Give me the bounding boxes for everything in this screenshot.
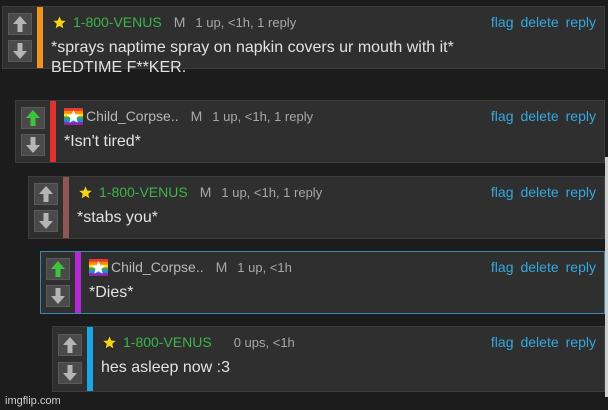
- star-icon: [76, 183, 95, 201]
- comment-text: *Isn't tired*: [64, 133, 141, 150]
- reply-link[interactable]: reply: [566, 184, 596, 200]
- star-icon: [50, 13, 69, 31]
- comment-text: *Dies*: [89, 284, 134, 301]
- vote-controls: [53, 327, 87, 391]
- username-link[interactable]: 1-800-VENUS: [123, 334, 212, 350]
- comment-text: *stabs you*: [77, 209, 158, 226]
- upvote-button[interactable]: [46, 257, 70, 280]
- up-arrow-icon: [26, 109, 40, 126]
- reply-link[interactable]: reply: [566, 259, 596, 275]
- comment-meta: 1 up, <1h, 1 reply: [221, 184, 323, 200]
- upvote-button[interactable]: [21, 106, 45, 129]
- comment: 1-800-VENUS M 1 up, <1h, 1 reply flag de…: [2, 6, 605, 76]
- comment: 1-800-VENUS M 1 up, <1h, 1 reply flag de…: [28, 176, 605, 239]
- flag-link[interactable]: flag: [491, 334, 514, 350]
- delete-link[interactable]: delete: [520, 259, 558, 275]
- vote-controls: [16, 101, 50, 162]
- flag-link[interactable]: flag: [491, 14, 514, 30]
- mod-label: M: [173, 14, 186, 30]
- comment-text: *sprays naptime spray on napkin covers u…: [51, 39, 454, 76]
- thread-bar: [87, 327, 93, 391]
- reply-link[interactable]: reply: [566, 108, 596, 124]
- comment-header: 1-800-VENUS M 1 up, <1h, 1 reply flag de…: [50, 12, 596, 32]
- mod-label: M: [190, 108, 203, 124]
- comment-actions: flag delete reply: [491, 259, 596, 275]
- vote-controls: [3, 7, 37, 68]
- downvote-button[interactable]: [46, 285, 70, 308]
- vote-controls: [29, 177, 63, 238]
- reply-link[interactable]: reply: [566, 14, 596, 30]
- thread-bar: [75, 252, 81, 313]
- reply-link[interactable]: reply: [566, 334, 596, 350]
- comment-actions: flag delete reply: [491, 108, 596, 124]
- delete-link[interactable]: delete: [520, 184, 558, 200]
- upvote-button[interactable]: [8, 12, 32, 35]
- thread-bar: [37, 7, 43, 68]
- downvote-button[interactable]: [21, 134, 45, 157]
- comment-actions: flag delete reply: [491, 184, 596, 200]
- comment: Child_Corpse.. M 1 up, <1h flag delete r…: [40, 251, 605, 314]
- downvote-button[interactable]: [8, 40, 32, 63]
- username-link[interactable]: Child_Corpse..: [111, 259, 204, 275]
- down-arrow-icon: [63, 365, 77, 382]
- comment-meta: 1 up, <1h, 1 reply: [212, 108, 314, 124]
- comment-header: Child_Corpse.. M 1 up, <1h, 1 reply flag…: [64, 106, 596, 126]
- upvote-button[interactable]: [34, 182, 58, 205]
- username-link[interactable]: 1-800-VENUS: [99, 184, 188, 200]
- comment: Child_Corpse.. M 1 up, <1h, 1 reply flag…: [15, 100, 605, 163]
- vote-controls: [41, 252, 75, 313]
- mod-label: M: [199, 184, 212, 200]
- comment-header: 1-800-VENUS M 1 up, <1h, 1 reply flag de…: [76, 182, 596, 202]
- comment-actions: flag delete reply: [491, 14, 596, 30]
- comment-header: Child_Corpse.. M 1 up, <1h flag delete r…: [89, 257, 596, 277]
- down-arrow-icon: [51, 288, 65, 305]
- down-arrow-icon: [39, 213, 53, 230]
- up-arrow-icon: [63, 336, 77, 353]
- username-link[interactable]: 1-800-VENUS: [73, 14, 162, 30]
- delete-link[interactable]: delete: [520, 334, 558, 350]
- delete-link[interactable]: delete: [520, 14, 558, 30]
- up-arrow-icon: [39, 185, 53, 202]
- username-link[interactable]: Child_Corpse..: [86, 108, 179, 124]
- up-arrow-icon: [13, 15, 27, 32]
- downvote-button[interactable]: [34, 210, 58, 233]
- flag-link[interactable]: flag: [491, 259, 514, 275]
- thread-bar: [50, 101, 56, 162]
- upvote-button[interactable]: [58, 333, 82, 356]
- flag-link[interactable]: flag: [491, 184, 514, 200]
- watermark: imgflip.com: [5, 395, 61, 407]
- mod-label: M: [215, 259, 228, 275]
- downvote-button[interactable]: [58, 362, 82, 385]
- thread-bar: [63, 177, 69, 238]
- comment-header: 1-800-VENUS 0 ups, <1h flag delete reply: [100, 332, 596, 352]
- star-icon: [100, 333, 119, 351]
- down-arrow-icon: [13, 43, 27, 60]
- comment-text: hes asleep now :3: [101, 359, 230, 376]
- delete-link[interactable]: delete: [520, 108, 558, 124]
- comment: 1-800-VENUS 0 ups, <1h flag delete reply…: [52, 326, 605, 392]
- comment-meta: 1 up, <1h: [237, 259, 292, 275]
- comment-actions: flag delete reply: [491, 334, 596, 350]
- flag-link[interactable]: flag: [491, 108, 514, 124]
- down-arrow-icon: [26, 137, 40, 154]
- comment-meta: 1 up, <1h, 1 reply: [195, 14, 297, 30]
- rainbow-star-icon: [89, 258, 108, 276]
- comment-meta: 0 ups, <1h: [233, 334, 295, 350]
- rainbow-star-icon: [64, 107, 83, 125]
- up-arrow-icon: [51, 260, 65, 277]
